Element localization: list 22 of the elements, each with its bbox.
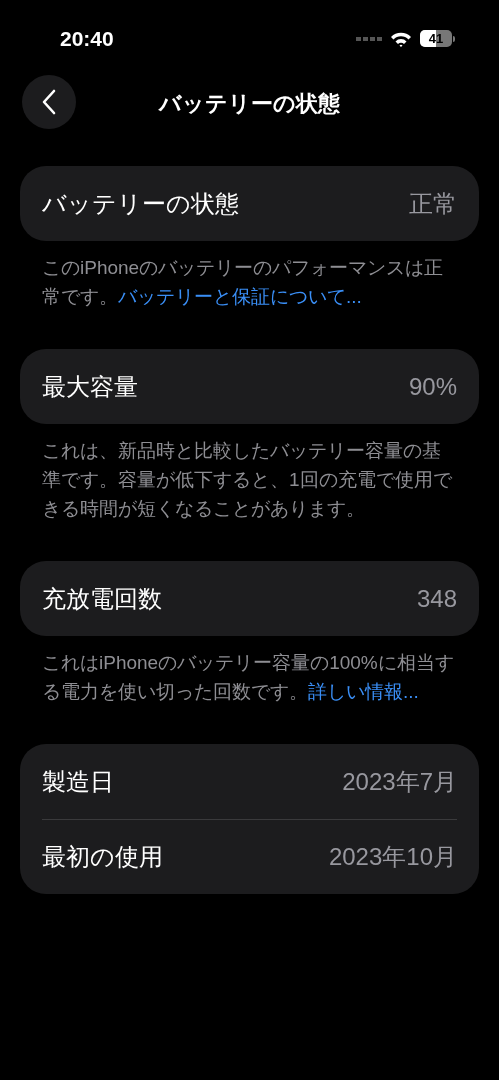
row-value: 90% (408, 371, 457, 402)
back-button[interactable] (22, 75, 76, 129)
row-label: バッテリーの状態 (42, 188, 239, 219)
row-value: 2023年10月 (328, 842, 457, 872)
row-label: 最大容量 (42, 371, 138, 402)
info-link[interactable]: 詳しい情報... (308, 681, 419, 702)
row-value: 正常 (409, 188, 457, 219)
row-label: 最初の使用 (42, 842, 163, 872)
status-time: 20:40 (60, 25, 114, 52)
footer-text: これはiPhoneのバッテリー容量の100%に相当する電力を使い切った回数です。詳しい情報... (41, 651, 455, 704)
info-link[interactable]: バッテリーと保証について... (118, 286, 362, 307)
nav-title: バッテリーの状態 (159, 89, 340, 118)
wifi-icon (390, 30, 412, 47)
footer-text: これは、新品時と比較したバッテリー容量の基準です。容量が低下すると、1回の充電で使用できる時間が短くなることがあります。 (41, 439, 453, 521)
signal-icon (356, 36, 382, 41)
row-label: 充放電回数 (42, 583, 162, 614)
footer-text: このiPhoneのバッテリーのパフォーマンスは正常です。バッテリーと保証について... (41, 256, 445, 309)
row-value: 348 (416, 583, 457, 614)
battery-icon: 41 (420, 30, 455, 47)
chevron-left-icon (42, 89, 56, 115)
row-label: 製造日 (42, 766, 114, 797)
row-value: 2023年7月 (342, 766, 457, 797)
